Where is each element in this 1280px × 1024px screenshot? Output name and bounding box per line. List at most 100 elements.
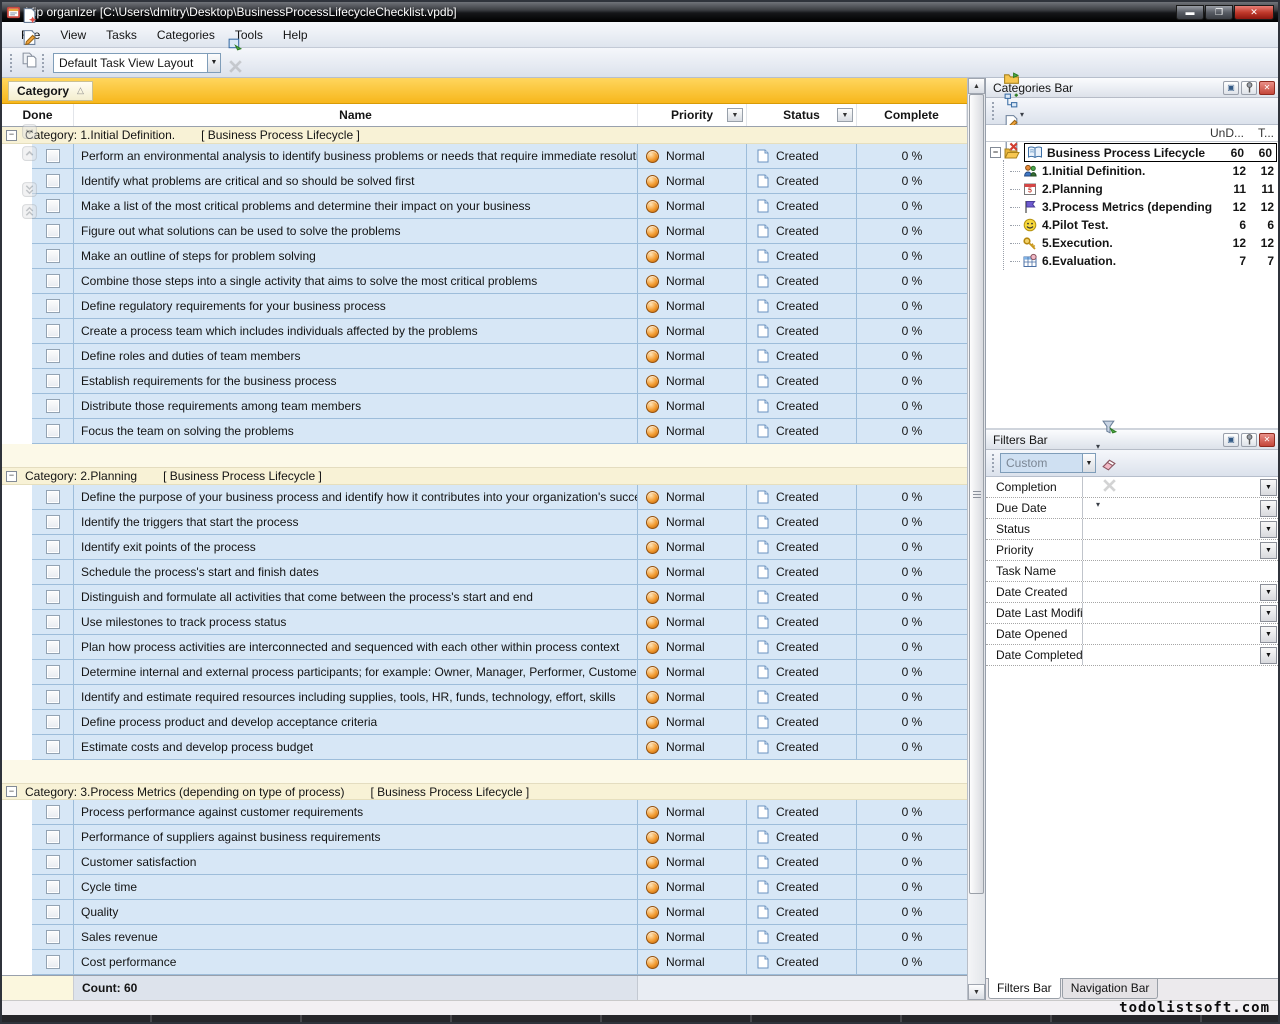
- menu-view[interactable]: View: [51, 25, 95, 45]
- apply-layout-icon[interactable]: [224, 34, 246, 56]
- vertical-scrollbar[interactable]: ▲ ▼: [967, 78, 985, 1000]
- status-cell[interactable]: Created: [747, 660, 857, 685]
- toolbar-overflow-icon[interactable]: ▾: [1020, 110, 1024, 119]
- status-cell[interactable]: Created: [747, 610, 857, 635]
- filter-field-value[interactable]: [1083, 582, 1260, 602]
- priority-cell[interactable]: Normal: [638, 875, 747, 900]
- status-cell[interactable]: Created: [747, 219, 857, 244]
- priority-cell[interactable]: Normal: [638, 169, 747, 194]
- task-checkbox[interactable]: [46, 424, 60, 438]
- status-cell[interactable]: Created: [747, 485, 857, 510]
- clear-filter-icon[interactable]: [1098, 452, 1120, 474]
- task-checkbox[interactable]: [46, 830, 60, 844]
- chevron-down-icon[interactable]: ▾: [16, 0, 20, 4]
- task-checkbox[interactable]: [46, 855, 60, 869]
- tab-filters-bar[interactable]: Filters Bar: [988, 978, 1061, 999]
- priority-cell[interactable]: Normal: [638, 369, 747, 394]
- new-category-icon[interactable]: [1000, 67, 1022, 89]
- scroll-up-icon[interactable]: ▲: [968, 78, 985, 94]
- task-checkbox[interactable]: [46, 224, 60, 238]
- priority-cell[interactable]: Normal: [638, 850, 747, 875]
- priority-cell[interactable]: Normal: [638, 269, 747, 294]
- collapse-icon[interactable]: [6, 786, 17, 797]
- priority-cell[interactable]: Normal: [638, 485, 747, 510]
- priority-cell[interactable]: Normal: [638, 585, 747, 610]
- layout-combobox[interactable]: Default Task View Layout ▼: [53, 53, 221, 73]
- task-checkbox[interactable]: [46, 249, 60, 263]
- column-header-done[interactable]: Done: [2, 104, 74, 126]
- priority-cell[interactable]: Normal: [638, 610, 747, 635]
- task-checkbox[interactable]: [46, 615, 60, 629]
- filter-dropdown-button[interactable]: [1260, 500, 1277, 517]
- status-cell[interactable]: Created: [747, 244, 857, 269]
- total-column-header[interactable]: T...: [1244, 126, 1274, 140]
- filter-field-value[interactable]: [1083, 561, 1278, 581]
- scrollbar-thumb[interactable]: [969, 94, 984, 894]
- status-cell[interactable]: Created: [747, 344, 857, 369]
- filter-dropdown-button[interactable]: [1260, 626, 1277, 643]
- filter-field-value[interactable]: [1083, 498, 1260, 518]
- status-cell[interactable]: Created: [747, 369, 857, 394]
- minimize-button[interactable]: ▬: [1176, 5, 1204, 20]
- priority-cell[interactable]: Normal: [638, 685, 747, 710]
- task-checkbox[interactable]: [46, 199, 60, 213]
- filter-field-value[interactable]: [1083, 519, 1260, 539]
- priority-cell[interactable]: Normal: [638, 900, 747, 925]
- priority-cell[interactable]: Normal: [638, 510, 747, 535]
- column-header-complete[interactable]: Complete: [857, 104, 967, 126]
- priority-cell[interactable]: Normal: [638, 419, 747, 444]
- status-cell[interactable]: Created: [747, 635, 857, 660]
- filter-dropdown-button[interactable]: [1260, 521, 1277, 538]
- priority-cell[interactable]: Normal: [638, 344, 747, 369]
- priority-cell[interactable]: Normal: [638, 394, 747, 419]
- restore-button[interactable]: ❐: [1205, 5, 1233, 20]
- status-cell[interactable]: Created: [747, 925, 857, 950]
- restore-panel-icon[interactable]: ▣: [1223, 433, 1239, 447]
- task-checkbox[interactable]: [46, 930, 60, 944]
- task-checkbox[interactable]: [46, 399, 60, 413]
- status-cell[interactable]: Created: [747, 560, 857, 585]
- priority-cell[interactable]: Normal: [638, 950, 747, 975]
- priority-cell[interactable]: Normal: [638, 535, 747, 560]
- status-cell[interactable]: Created: [747, 394, 857, 419]
- group-by-category-chip[interactable]: Category △: [8, 81, 93, 101]
- category-tree-item[interactable]: 52.Planning1111: [986, 180, 1278, 198]
- new-task-icon[interactable]: [18, 5, 40, 27]
- priority-cell[interactable]: Normal: [638, 800, 747, 825]
- category-tree-item[interactable]: 1.Initial Definition.1212: [986, 162, 1278, 180]
- category-tree-item[interactable]: 4.Pilot Test.66: [986, 216, 1278, 234]
- pin-panel-icon[interactable]: [1241, 81, 1257, 95]
- priority-cell[interactable]: Normal: [638, 294, 747, 319]
- category-tree-root[interactable]: Business Process Lifecycle 60 60: [986, 143, 1278, 162]
- collapse-icon[interactable]: [990, 147, 1001, 158]
- status-cell[interactable]: Created: [747, 294, 857, 319]
- status-cell[interactable]: Created: [747, 685, 857, 710]
- selected-category-row[interactable]: Business Process Lifecycle 60 60: [1024, 143, 1277, 162]
- column-header-priority[interactable]: Priority: [638, 104, 747, 126]
- menu-help[interactable]: Help: [274, 25, 317, 45]
- edit-task-icon[interactable]: [18, 27, 40, 49]
- task-checkbox[interactable]: [46, 490, 60, 504]
- priority-cell[interactable]: Normal: [638, 635, 747, 660]
- task-checkbox[interactable]: [46, 174, 60, 188]
- filter-field-value[interactable]: [1083, 540, 1260, 560]
- priority-cell[interactable]: Normal: [638, 710, 747, 735]
- priority-cell[interactable]: Normal: [638, 925, 747, 950]
- duplicate-task-icon[interactable]: [18, 49, 40, 71]
- status-cell[interactable]: Created: [747, 169, 857, 194]
- status-cell[interactable]: Created: [747, 875, 857, 900]
- status-cell[interactable]: Created: [747, 710, 857, 735]
- task-checkbox[interactable]: [46, 690, 60, 704]
- status-cell[interactable]: Created: [747, 850, 857, 875]
- chevron-down-icon[interactable]: ▼: [207, 54, 220, 72]
- filter-field-value[interactable]: [1083, 645, 1260, 665]
- priority-cell[interactable]: Normal: [638, 144, 747, 169]
- new-subcategory-icon[interactable]: [1000, 89, 1022, 111]
- filter-dropdown-button[interactable]: [1260, 542, 1277, 559]
- status-cell[interactable]: Created: [747, 900, 857, 925]
- priority-cell[interactable]: Normal: [638, 244, 747, 269]
- filter-field-value[interactable]: [1083, 624, 1260, 644]
- status-cell[interactable]: Created: [747, 735, 857, 760]
- task-checkbox[interactable]: [46, 640, 60, 654]
- filter-field-value[interactable]: [1083, 603, 1260, 623]
